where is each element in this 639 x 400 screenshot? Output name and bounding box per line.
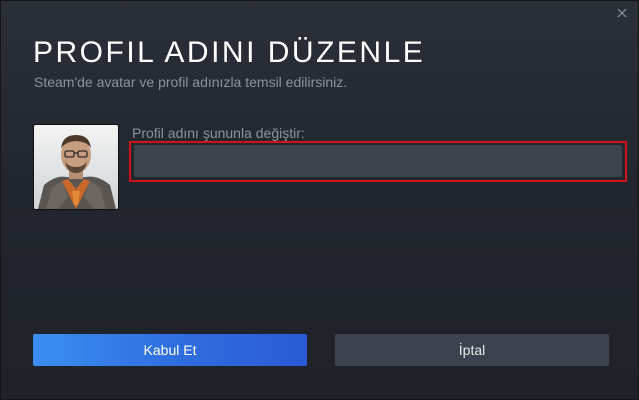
- accept-button[interactable]: Kabul Et: [33, 334, 307, 366]
- profile-name-input[interactable]: [134, 145, 622, 177]
- dialog-title: PROFIL ADINI DÜZENLE: [33, 36, 426, 69]
- avatar: [33, 124, 119, 210]
- close-button[interactable]: [614, 5, 630, 21]
- profile-name-highlight: [129, 141, 627, 182]
- cancel-button[interactable]: İptal: [335, 334, 609, 366]
- avatar-portrait-image: [34, 125, 118, 209]
- close-icon: [617, 8, 627, 18]
- dialog-subtitle: Steam'de avatar ve profil adınızla temsi…: [34, 74, 348, 90]
- edit-profile-name-dialog: PROFIL ADINI DÜZENLE Steam'de avatar ve …: [0, 0, 639, 400]
- profile-name-label: Profil adını şununla değiştir:: [132, 125, 305, 141]
